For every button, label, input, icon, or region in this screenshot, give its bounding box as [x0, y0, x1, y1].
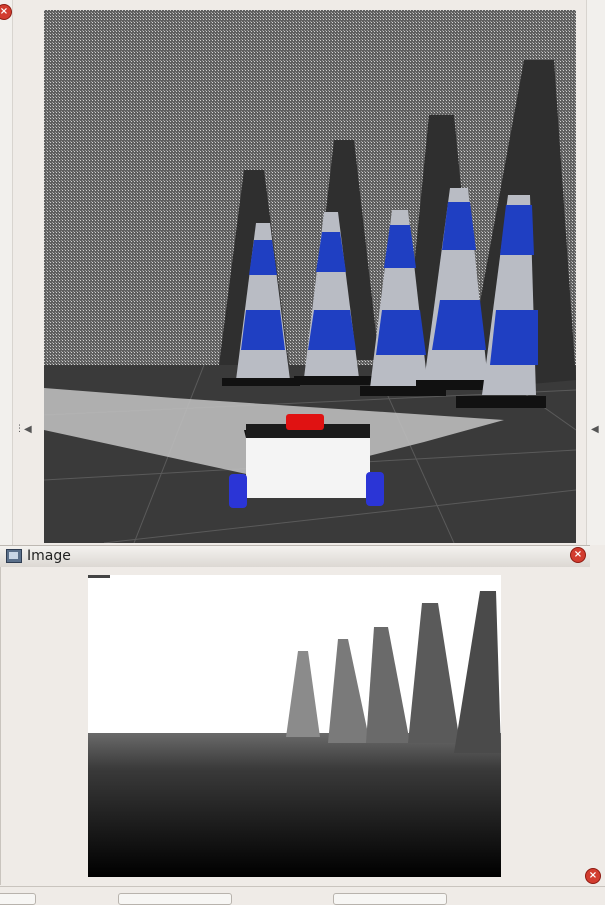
3d-viewport[interactable] [44, 10, 576, 543]
depth-image [88, 575, 501, 877]
bottom-button-2[interactable] [118, 893, 232, 905]
robot-wheel-right [366, 472, 384, 506]
robot-sensor [286, 414, 324, 430]
robot-model [229, 414, 384, 508]
collapse-right-arrow-icon[interactable]: ◀ [591, 424, 599, 435]
bottom-button-3[interactable] [333, 893, 447, 905]
depth-image-canvas [88, 575, 501, 877]
3d-scene [44, 10, 576, 543]
robot-wheel-left [229, 474, 247, 508]
splitter-grip-icon[interactable]: ⋮ [15, 424, 24, 434]
bottom-button-1[interactable] [0, 893, 36, 905]
image-window-icon [6, 549, 22, 563]
image-window-titlebar[interactable] [0, 545, 590, 568]
status-bar [0, 886, 605, 900]
close-icon[interactable]: × [570, 547, 586, 563]
right-dock-strip [586, 0, 605, 545]
close-icon[interactable]: × [585, 868, 601, 884]
collapse-left-arrow-icon[interactable]: ◀ [24, 424, 32, 435]
depth-overlay-label [88, 575, 110, 578]
image-window-title: Image [27, 548, 71, 564]
left-dock-strip: × [0, 0, 13, 545]
close-icon[interactable]: × [0, 4, 12, 20]
